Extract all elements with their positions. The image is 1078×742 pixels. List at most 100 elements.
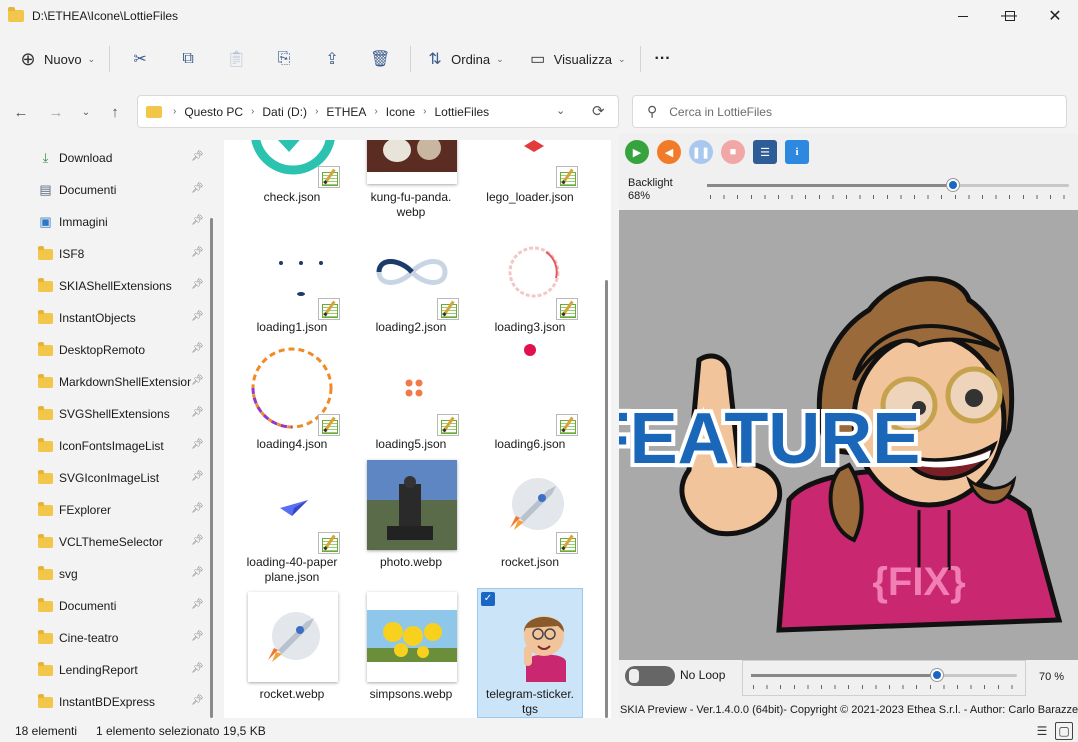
sidebar-item-documenti[interactable]: ▤ Documenti 📌︎ <box>0 174 206 206</box>
sidebar-item-label: LendingReport <box>59 663 138 677</box>
file-tile[interactable]: loading1.json <box>239 232 345 342</box>
maximize-button[interactable] <box>987 0 1033 32</box>
slider-fill <box>707 184 953 187</box>
copy-button[interactable]: ⧉ <box>164 42 212 76</box>
folder-icon <box>38 502 53 516</box>
file-tile[interactable]: check.json <box>239 140 345 208</box>
close-button[interactable]: ✕ <box>1032 0 1078 32</box>
pin-icon: 📌︎ <box>191 503 204 514</box>
recent-locations-chevron-icon[interactable]: ⌄ <box>74 100 98 124</box>
breadcrumb-ethea[interactable]: ETHEA <box>326 105 366 119</box>
view-button[interactable]: ▭ Visualizza ⌄ <box>520 42 634 76</box>
stop-icon[interactable]: ■ <box>721 140 745 164</box>
pin-icon: 📌︎ <box>191 663 204 674</box>
sidebar-scrollbar[interactable] <box>210 218 213 718</box>
zoom-value: 70 % <box>1039 671 1065 683</box>
file-list-scrollbar[interactable] <box>605 280 608 718</box>
sidebar-item-vclthemeselector[interactable]: VCLThemeSelector 📌︎ <box>0 526 206 558</box>
rename-button[interactable]: ⎘ <box>260 42 308 76</box>
file-tile[interactable]: loading3.json <box>477 232 583 342</box>
slider-thumb[interactable] <box>947 179 959 191</box>
rewind-icon[interactable]: ◀ <box>657 140 681 164</box>
sidebar-item-svgshellextensions[interactable]: SVGShellExtensions 📌︎ <box>0 398 206 430</box>
slider-thumb[interactable] <box>931 669 943 681</box>
file-name: telegram-sticker. tgs <box>485 687 575 716</box>
player-bottom-bar: No Loop 70 % <box>619 660 1078 700</box>
large-icons-view-icon[interactable]: ▢ <box>1055 722 1073 740</box>
paste-button[interactable]: 📋︎ <box>212 42 260 76</box>
sidebar-item-desktopremoto[interactable]: DesktopRemoto 📌︎ <box>0 334 206 366</box>
delete-button[interactable]: 🗑︎ <box>356 42 404 76</box>
file-tile[interactable]: loading-40-paper plane.json <box>239 460 345 586</box>
sidebar-item-instantbdexpress[interactable]: InstantBDExpress 📌︎ <box>0 686 206 718</box>
file-tile[interactable]: lego_loader.json <box>477 140 583 208</box>
sidebar-item-isf8[interactable]: ISF8 📌︎ <box>0 238 206 270</box>
pin-icon: 📌︎ <box>191 375 204 386</box>
details-view-icon[interactable]: ☰ <box>1033 722 1051 740</box>
loop-toggle[interactable] <box>625 666 675 686</box>
sidebar-item-cine-teatro[interactable]: Cine-teatro 📌︎ <box>0 622 206 654</box>
share-button[interactable]: ⇪ <box>308 42 356 76</box>
loop-label: No Loop <box>680 668 726 682</box>
breadcrumb-drive[interactable]: Dati (D:) <box>262 105 307 119</box>
chevron-down-icon[interactable]: ⌄ <box>556 104 565 117</box>
play-icon[interactable]: ▶ <box>625 140 649 164</box>
equalizer-icon[interactable]: ☰ <box>753 140 777 164</box>
breadcrumb-icone[interactable]: Icone <box>386 105 415 119</box>
file-tile[interactable]: loading2.json <box>358 232 464 342</box>
sidebar-item-immagini[interactable]: ▣ Immagini 📌︎ <box>0 206 206 238</box>
sidebar-item-label: Download <box>59 151 113 165</box>
sidebar-item-instantobjects[interactable]: InstantObjects 📌︎ <box>0 302 206 334</box>
file-tile[interactable]: loading5.json <box>358 346 464 456</box>
slider-fill <box>751 674 937 677</box>
sidebar-item-markdownshellextensions[interactable]: MarkdownShellExtensions 📌︎ <box>0 366 206 398</box>
sidebar-item-fexplorer[interactable]: FExplorer 📌︎ <box>0 494 206 526</box>
back-arrow-icon[interactable]: ← <box>9 100 33 124</box>
more-options-button[interactable]: ··· <box>647 42 679 76</box>
sidebar-item-iconfontsimagelist[interactable]: IconFontsImageList 📌︎ <box>0 430 206 462</box>
json-file-icon <box>556 298 578 320</box>
pause-icon[interactable]: ❚❚ <box>689 140 713 164</box>
json-file-icon <box>556 414 578 436</box>
sidebar-item-label: ISF8 <box>59 247 85 261</box>
search-box[interactable]: ⚲ Cerca in LottieFiles <box>632 95 1067 128</box>
file-name: check.json <box>263 190 321 204</box>
new-button[interactable]: ⊕ Nuovo ⌄ <box>10 42 103 76</box>
file-tile[interactable]: simpsons.webp <box>358 592 464 718</box>
sidebar-item-skiashellextensions[interactable]: SKIAShellExtensions 📌︎ <box>0 270 206 302</box>
sort-button[interactable]: ⇅ Ordina ⌄ <box>417 42 512 76</box>
breadcrumb-lottiefiles[interactable]: LottieFiles <box>434 105 489 119</box>
pin-icon: 📌︎ <box>191 279 204 290</box>
folder-icon <box>38 246 53 260</box>
refresh-icon[interactable]: ⟳ <box>592 102 605 120</box>
info-icon[interactable]: i <box>785 140 809 164</box>
pin-icon: 📌︎ <box>191 631 204 642</box>
chevron-right-icon: › <box>251 106 255 117</box>
file-tile[interactable]: loading6.json <box>477 344 583 456</box>
sidebar-item-lendingreport[interactable]: LendingReport 📌︎ <box>0 654 206 686</box>
up-arrow-icon[interactable]: ↑ <box>103 100 127 124</box>
chevron-down-icon: ⌄ <box>87 53 96 64</box>
file-tile[interactable]: rocket.json <box>477 460 583 586</box>
file-tile[interactable]: loading4.json <box>239 346 345 456</box>
file-tile[interactable]: photo.webp <box>358 460 464 586</box>
sidebar-item-svg[interactable]: svg 📌︎ <box>0 558 206 590</box>
sidebar-item-download[interactable]: ⤓ Download 📌︎ <box>0 142 206 174</box>
forward-arrow-icon[interactable]: → <box>44 100 68 124</box>
pin-icon: 📌︎ <box>191 567 204 578</box>
file-tile[interactable]: rocket.webp <box>239 592 345 718</box>
file-tile[interactable]: kung-fu-panda. webp <box>358 140 464 220</box>
backlight-slider[interactable] <box>707 179 1069 191</box>
sidebar-item-svgiconimagelist[interactable]: SVGIconImageList 📌︎ <box>0 462 206 494</box>
address-bar[interactable]: › Questo PC › Dati (D:) › ETHEA › Icone … <box>137 95 619 128</box>
file-name: kung-fu-panda. webp <box>370 190 452 219</box>
sidebar-item-label: Cine-teatro <box>59 631 119 645</box>
frame-slider[interactable] <box>751 669 1017 681</box>
breadcrumb-this-pc[interactable]: Questo PC <box>184 105 243 119</box>
minimize-btn[interactable] <box>940 0 986 32</box>
folder-icon <box>38 694 53 708</box>
cut-button[interactable]: ✂ <box>116 42 164 76</box>
preview-pane: ▶ ◀ ❚❚ ■ ☰ i Backlight 68% {FIX} FEATURE… <box>619 134 1078 718</box>
file-tile-selected[interactable]: ✓ telegram-sticker. tgs <box>477 588 583 718</box>
sidebar-item-documenti-folder[interactable]: Documenti 📌︎ <box>0 590 206 622</box>
